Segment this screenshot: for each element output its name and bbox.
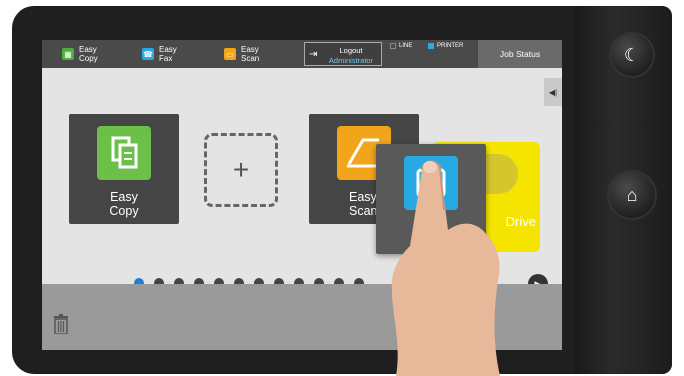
- hand-image: [391, 160, 500, 376]
- logout-label: Logout: [339, 46, 363, 55]
- user-name: Administrator: [328, 56, 374, 65]
- collapse-panel-button[interactable]: ◀︎|: [544, 78, 562, 106]
- home-icon: ⌂: [626, 184, 638, 205]
- fax-icon: ☎: [142, 48, 154, 60]
- job-status-button[interactable]: Job Status: [478, 40, 562, 68]
- line-indicator: LINE: [390, 43, 412, 49]
- logout-icon: ⇥: [309, 49, 318, 60]
- add-shortcut-tile[interactable]: +: [204, 133, 278, 207]
- shortcut-easy-copy[interactable]: ▦ Easy Copy: [62, 45, 98, 63]
- shortcut-easy-scan[interactable]: ▭ Easy Scan: [224, 45, 259, 63]
- printer-indicator: PRINTER: [428, 43, 463, 49]
- trash-icon[interactable]: [54, 314, 68, 335]
- scan-icon: ▭: [224, 48, 236, 60]
- copy-icon: [97, 126, 151, 180]
- tile-easy-copy[interactable]: Easy Copy: [69, 114, 179, 224]
- shortcut-easy-fax[interactable]: ☎ Easy Fax: [142, 45, 177, 63]
- sleep-button[interactable]: ☾: [609, 32, 655, 78]
- home-button[interactable]: ⌂: [607, 170, 657, 220]
- top-bar: ▦ Easy Copy ☎ Easy Fax ▭ Easy Scan ⇥ Logout…: [42, 40, 562, 68]
- logout-button[interactable]: ⇥ Logout Administrator: [304, 42, 382, 66]
- moon-icon: ☾: [623, 44, 641, 65]
- copy-icon: ▦: [62, 48, 74, 60]
